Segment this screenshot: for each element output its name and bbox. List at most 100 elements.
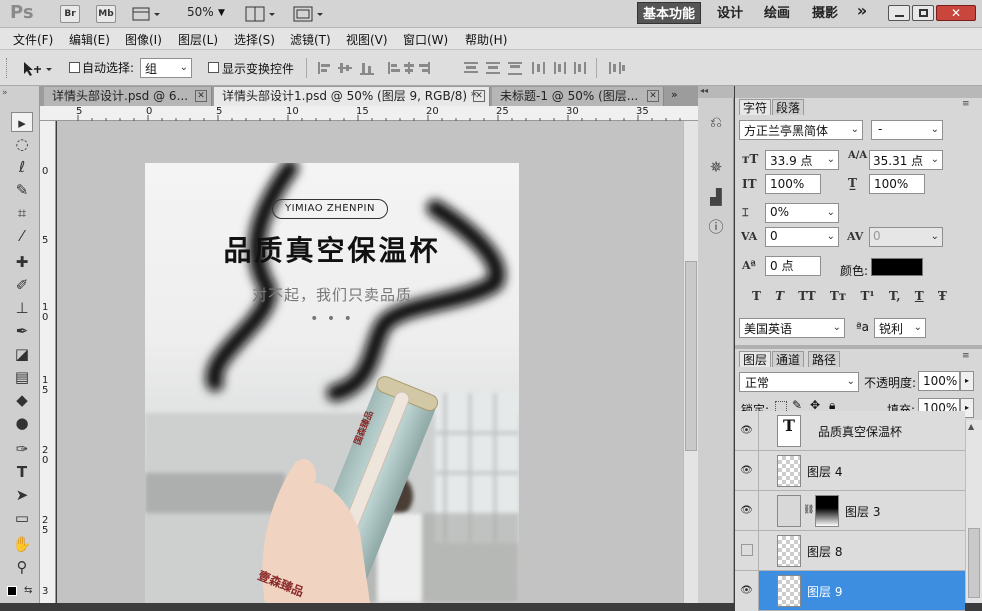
lasso-tool-icon[interactable]: ℓ <box>11 157 33 177</box>
more-tabs-icon[interactable]: » <box>671 88 678 101</box>
tab-character[interactable]: 字符 <box>739 99 772 115</box>
zoom-dropdown-icon[interactable]: ▼ <box>218 8 225 18</box>
kerning-field[interactable]: 0 ⌄ <box>765 227 839 247</box>
opacity-field[interactable]: 100% <box>918 371 960 391</box>
document-canvas[interactable]: YIMIAO ZHENPIN 品质真空保温杯 对不起，我们只卖品质 • • • … <box>145 163 519 603</box>
link-icon[interactable]: ⛓︎ <box>803 505 814 515</box>
histogram-panel-icon[interactable]: ▟ <box>705 186 727 208</box>
auto-select-dropdown[interactable]: 组 ⌄ <box>140 58 192 78</box>
font-style-select[interactable]: - ⌄ <box>871 120 943 140</box>
layer-row[interactable]: 图层 8 <box>735 531 965 571</box>
hand-tool-icon[interactable]: ✋ <box>11 534 33 554</box>
layer-mask-thumbnail[interactable] <box>815 495 839 527</box>
language-select[interactable]: 美国英语 ⌄ <box>739 318 845 338</box>
panel-menu-icon[interactable]: ≡ <box>962 351 970 361</box>
mini-bridge-button[interactable]: Mb <box>96 5 116 23</box>
faux-bold-button[interactable]: T <box>752 289 761 303</box>
spot-healing-tool-icon[interactable]: ✚ <box>11 252 33 272</box>
layers-scrollbar[interactable]: ▲ <box>965 420 982 603</box>
history-brush-tool-icon[interactable]: ✒ <box>11 321 33 341</box>
bridge-button[interactable]: Br <box>60 5 80 23</box>
layer-row-selected[interactable]: 👁︎ 图层 9 <box>735 571 965 611</box>
menu-filter[interactable]: 滤镜(T) <box>290 31 331 48</box>
layer-row[interactable]: 👁︎ T 品质真空保温杯 <box>735 411 965 451</box>
lock-pixels-icon[interactable]: ✎ <box>792 398 802 412</box>
quick-selection-tool-icon[interactable]: ✎ <box>11 180 33 200</box>
screen-mode-button[interactable] <box>293 5 327 23</box>
layer-row[interactable]: 👁︎ ⛓︎ 图层 3 <box>735 491 965 531</box>
font-family-select[interactable]: 方正兰亭黑简体 ⌄ <box>739 120 863 140</box>
arrange-documents-button[interactable] <box>245 5 279 23</box>
history-panel-icon[interactable]: ⎌ <box>705 111 727 133</box>
tracking-field[interactable]: 0 ⌄ <box>869 227 943 247</box>
scrollbar-thumb[interactable] <box>968 528 980 598</box>
auto-align-icon[interactable] <box>609 60 627 76</box>
lock-position-icon[interactable]: ✥ <box>810 398 820 412</box>
menu-window[interactable]: 窗口(W) <box>403 31 448 48</box>
minimize-button[interactable] <box>888 5 910 21</box>
workspace-design-button[interactable]: 设计 <box>710 2 750 24</box>
font-size-field[interactable]: 33.9 点 ⌄ <box>765 150 839 170</box>
show-transform-checkbox[interactable] <box>208 62 219 73</box>
text-color-swatch[interactable] <box>871 258 923 276</box>
close-icon[interactable]: ✕ <box>473 90 485 102</box>
blend-mode-select[interactable]: 正常 ⌄ <box>739 372 859 392</box>
tab-document-2[interactable]: 详情头部设计1.psd @ 50% (图层 9, RGB/8) * ✕ <box>214 87 490 106</box>
swap-colors-icon[interactable]: ⇆ <box>24 585 32 596</box>
type-tool-icon[interactable]: T <box>11 462 33 482</box>
panel-grip[interactable] <box>735 86 982 98</box>
clone-stamp-tool-icon[interactable]: ⊥ <box>11 298 33 318</box>
zoom-level[interactable]: 50% <box>187 5 214 19</box>
visibility-toggle[interactable] <box>735 531 759 571</box>
opacity-slider-button[interactable]: ▸ <box>960 371 974 391</box>
panel-collapse-icon[interactable]: » <box>2 88 8 98</box>
workspace-essentials-button[interactable]: 基本功能 <box>637 2 701 24</box>
dock-grip[interactable]: ◂◂ <box>698 86 734 98</box>
superscript-button[interactable]: T¹ <box>860 289 874 303</box>
restore-button[interactable] <box>912 5 934 21</box>
tool-preset-picker[interactable] <box>22 60 54 78</box>
menu-layer[interactable]: 图层(L) <box>178 31 218 48</box>
faux-italic-button[interactable]: T <box>775 289 784 303</box>
view-extras-button[interactable] <box>132 5 162 23</box>
vertical-scrollbar[interactable] <box>683 121 698 603</box>
tab-layers[interactable]: 图层 <box>739 351 772 367</box>
close-window-button[interactable]: ✕ <box>936 5 976 21</box>
crop-tool-icon[interactable]: ⌗ <box>11 203 33 223</box>
menu-image[interactable]: 图像(I) <box>125 31 162 48</box>
subscript-button[interactable]: T, <box>889 289 901 303</box>
tsume-field[interactable]: 0% ⌄ <box>765 203 839 223</box>
eyedropper-tool-icon[interactable]: ⁄ <box>11 226 33 246</box>
small-caps-button[interactable]: Tт <box>830 289 846 303</box>
foreground-color-swatch[interactable] <box>7 586 17 596</box>
close-icon[interactable]: ✕ <box>647 90 659 102</box>
vertical-ruler[interactable]: 0 5 1 0 1 5 2 0 2 5 3 <box>40 121 56 603</box>
more-workspaces-button[interactable]: » <box>850 1 874 23</box>
vertical-scale-field[interactable]: 100% <box>765 174 821 194</box>
eraser-tool-icon[interactable]: ◪ <box>11 344 33 364</box>
eye-icon[interactable]: 👁︎ <box>735 491 759 531</box>
move-tool-icon[interactable]: ▸ <box>11 112 33 132</box>
leading-field[interactable]: 35.31 点 ⌄ <box>869 150 943 170</box>
all-caps-button[interactable]: TT <box>798 289 815 303</box>
menu-help[interactable]: 帮助(H) <box>465 31 507 48</box>
zoom-tool-icon[interactable]: ⚲ <box>11 557 33 577</box>
info-panel-icon[interactable]: ⓘ <box>705 216 727 238</box>
menu-edit[interactable]: 编辑(E) <box>69 31 110 48</box>
antialias-select[interactable]: 锐利 ⌄ <box>874 318 926 338</box>
horizontal-ruler[interactable]: 5 0 5 10 15 20 25 30 35 <box>40 106 698 121</box>
tab-paths[interactable]: 路径 <box>808 351 841 367</box>
scrollbar-thumb[interactable] <box>685 261 697 451</box>
path-selection-tool-icon[interactable]: ➤ <box>11 485 33 505</box>
layer-row[interactable]: 👁︎ 图层 4 <box>735 451 965 491</box>
pen-tool-icon[interactable]: ✑ <box>11 439 33 459</box>
dodge-tool-icon[interactable]: ● <box>11 413 33 433</box>
eye-icon[interactable]: 👁︎ <box>735 451 759 491</box>
eye-icon[interactable]: 👁︎ <box>735 571 759 611</box>
tab-document-3[interactable]: 未标题-1 @ 50% (图层... ✕ <box>492 87 664 106</box>
strikethrough-button[interactable]: Ŧ <box>938 289 947 303</box>
brush-tool-icon[interactable]: ✐ <box>11 275 33 295</box>
elliptical-marquee-tool-icon[interactable]: ◌ <box>11 134 33 154</box>
tab-paragraph[interactable]: 段落 <box>772 99 805 115</box>
scroll-up-icon[interactable]: ▲ <box>968 422 974 431</box>
